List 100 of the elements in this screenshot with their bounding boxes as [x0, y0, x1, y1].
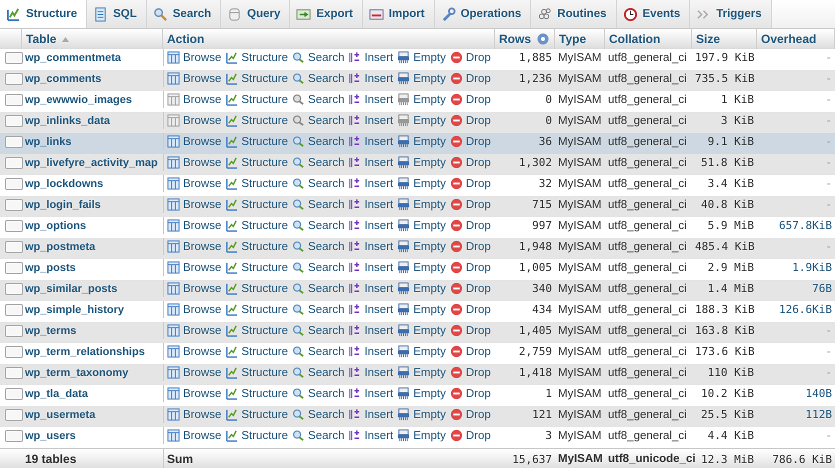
- action-link[interactable]: Search: [292, 114, 344, 127]
- action-link[interactable]: Insert: [348, 408, 394, 421]
- action-link[interactable]: Insert: [348, 282, 394, 295]
- action-link[interactable]: Search: [292, 177, 344, 190]
- action-link[interactable]: Search: [292, 156, 344, 169]
- action-link[interactable]: Browse: [167, 51, 222, 64]
- table-name-link[interactable]: wp_ewwwio_images: [22, 94, 163, 106]
- table-name-link[interactable]: wp_livefyre_activity_map: [22, 156, 163, 168]
- action-link[interactable]: Empty: [397, 387, 446, 400]
- tab[interactable]: Structure: [0, 0, 88, 28]
- action-link[interactable]: Browse: [167, 219, 222, 232]
- action-link[interactable]: Drop: [450, 156, 491, 169]
- column-header[interactable]: Rows: [499, 32, 532, 46]
- action-link[interactable]: Drop: [450, 51, 491, 64]
- table-name-link[interactable]: wp_login_fails: [22, 198, 163, 210]
- table-name-link[interactable]: wp_usermeta: [22, 408, 163, 420]
- checkbox[interactable]: [5, 178, 23, 190]
- column-header[interactable]: Size: [696, 32, 720, 46]
- checkbox[interactable]: [5, 366, 23, 378]
- action-link[interactable]: Empty: [397, 219, 446, 232]
- checkbox[interactable]: [5, 388, 23, 400]
- checkbox[interactable]: [5, 262, 23, 274]
- table-name-link[interactable]: wp_terms: [22, 324, 163, 336]
- action-link[interactable]: Insert: [348, 219, 394, 232]
- table-name-link[interactable]: wp_postmeta: [22, 240, 163, 252]
- action-link[interactable]: Search: [292, 366, 344, 379]
- action-link[interactable]: Empty: [397, 282, 446, 295]
- table-name-link[interactable]: wp_similar_posts: [22, 282, 163, 294]
- column-header[interactable]: Collation: [609, 32, 660, 46]
- action-link[interactable]: Browse: [167, 408, 222, 421]
- tab[interactable]: Events: [616, 0, 690, 28]
- action-link[interactable]: Structure: [225, 72, 288, 85]
- action-link[interactable]: Empty: [397, 429, 446, 442]
- action-link[interactable]: Drop: [450, 93, 491, 106]
- table-name-link[interactable]: wp_links: [22, 136, 163, 148]
- action-link[interactable]: Drop: [450, 261, 491, 274]
- action-link[interactable]: Structure: [225, 282, 288, 295]
- action-link[interactable]: Search: [292, 72, 344, 85]
- tab[interactable]: SQL: [87, 0, 147, 28]
- action-link[interactable]: Structure: [225, 93, 288, 106]
- action-link[interactable]: Browse: [167, 324, 222, 337]
- action-link[interactable]: Browse: [167, 156, 222, 169]
- action-link[interactable]: Empty: [397, 72, 446, 85]
- checkbox[interactable]: [5, 198, 23, 210]
- action-link[interactable]: Insert: [348, 93, 394, 106]
- action-link[interactable]: Empty: [397, 156, 446, 169]
- table-name-link[interactable]: wp_tla_data: [22, 388, 163, 400]
- action-link[interactable]: Structure: [225, 261, 288, 274]
- table-name-link[interactable]: wp_options: [22, 220, 163, 232]
- action-link[interactable]: Empty: [397, 261, 446, 274]
- action-link[interactable]: Structure: [225, 51, 288, 64]
- action-link[interactable]: Empty: [397, 303, 446, 316]
- action-link[interactable]: Structure: [225, 303, 288, 316]
- action-link[interactable]: Browse: [167, 240, 222, 253]
- column-header[interactable]: Table: [26, 32, 56, 46]
- table-name-link[interactable]: wp_term_taxonomy: [22, 366, 163, 378]
- action-link[interactable]: Empty: [397, 135, 446, 148]
- tab[interactable]: Triggers: [690, 0, 772, 28]
- action-link[interactable]: Search: [292, 135, 344, 148]
- overhead[interactable]: 140B: [757, 387, 835, 400]
- action-link[interactable]: Empty: [397, 366, 446, 379]
- action-link[interactable]: Drop: [450, 198, 491, 211]
- action-link[interactable]: Structure: [225, 408, 288, 421]
- checkbox[interactable]: [5, 114, 23, 126]
- action-link[interactable]: Structure: [225, 135, 288, 148]
- table-name-link[interactable]: wp_commentmeta: [22, 52, 163, 64]
- action-link[interactable]: Structure: [225, 219, 288, 232]
- action-link[interactable]: Insert: [348, 240, 394, 253]
- checkbox[interactable]: [5, 346, 23, 358]
- checkbox[interactable]: [5, 282, 23, 294]
- tab[interactable]: Operations: [434, 0, 532, 28]
- tab[interactable]: Export: [290, 0, 363, 28]
- action-link[interactable]: Empty: [397, 240, 446, 253]
- column-header[interactable]: Type: [559, 32, 586, 46]
- checkbox[interactable]: [5, 408, 23, 420]
- action-link[interactable]: Search: [292, 240, 344, 253]
- action-link[interactable]: Empty: [397, 408, 446, 421]
- checkbox[interactable]: [5, 156, 23, 168]
- action-link[interactable]: Search: [292, 198, 344, 211]
- checkbox[interactable]: [5, 52, 23, 64]
- action-link[interactable]: Empty: [397, 345, 446, 358]
- action-link[interactable]: Structure: [225, 177, 288, 190]
- action-link[interactable]: Drop: [450, 303, 491, 316]
- action-link[interactable]: Browse: [167, 387, 222, 400]
- action-link[interactable]: Insert: [348, 429, 394, 442]
- overhead[interactable]: 112B: [757, 408, 835, 421]
- checkbox[interactable]: [5, 304, 23, 316]
- action-link[interactable]: Empty: [397, 51, 446, 64]
- action-link[interactable]: Browse: [167, 261, 222, 274]
- action-link[interactable]: Browse: [167, 282, 222, 295]
- action-link[interactable]: Search: [292, 282, 344, 295]
- action-link[interactable]: Search: [292, 387, 344, 400]
- table-name-link[interactable]: wp_term_relationships: [22, 346, 163, 358]
- table-name-link[interactable]: wp_posts: [22, 262, 163, 274]
- column-header[interactable]: Overhead: [761, 32, 816, 46]
- checkbox[interactable]: [5, 136, 23, 148]
- tab[interactable]: Routines: [531, 0, 616, 28]
- action-link[interactable]: Search: [292, 324, 344, 337]
- action-link[interactable]: Drop: [450, 135, 491, 148]
- table-name-link[interactable]: wp_comments: [22, 72, 163, 84]
